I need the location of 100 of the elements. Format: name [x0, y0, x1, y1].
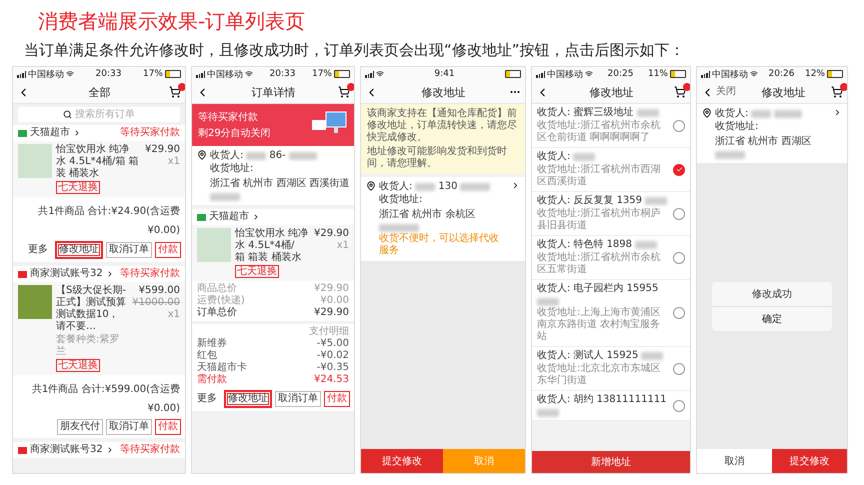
shop-name[interactable]: 商家测试账号32 — [30, 444, 103, 456]
order-action-button[interactable]: 付款 — [155, 419, 181, 435]
redacted-block — [288, 152, 317, 160]
radio-button[interactable] — [673, 252, 685, 264]
address-item[interactable]: 收货人: 反反复复 1359 收货地址:浙江省杭州市桐庐县旧县街道 — [532, 192, 690, 236]
radio-button[interactable] — [673, 208, 685, 220]
battery-icon — [505, 70, 521, 78]
delivery-address: 收货地址:浙江省杭州市西湖区西溪街道 — [537, 164, 662, 188]
signal-icon — [536, 70, 545, 78]
carrier-name: 中国移动 — [547, 68, 583, 80]
order-status: 等待买家付款 — [120, 444, 180, 456]
action-button[interactable]: 提交修改 — [361, 449, 443, 473]
delivery-address: 收货地址:北京北京市东城区东华门街道 — [537, 363, 662, 387]
delivery-address: 浙江省 杭州市 西湖区 — [715, 136, 812, 148]
banner-title: 等待买家付款 — [198, 110, 259, 124]
wifi-icon — [376, 70, 384, 78]
address-item[interactable]: 收货人: 特色特 1898 收货地址:浙江省杭州市余杭区五常街道 — [532, 236, 690, 280]
product-title: 【S级大促长期-正式】测试预算测试数据10，请不要… — [56, 285, 127, 333]
product-price: ¥29.90 — [145, 144, 180, 156]
redacted-block — [210, 193, 240, 201]
photo-placeholder — [18, 285, 52, 319]
address-label: 收货地址: — [715, 121, 758, 133]
shop-name[interactable]: 天猫超市 — [30, 127, 70, 139]
receiver-name: 收货人: 反反复复 — [537, 195, 614, 207]
status-time: 9:41 — [434, 69, 455, 79]
add-address-button[interactable]: 新增地址 — [532, 451, 690, 473]
notice-text: 该商家支持在【通知仓库配货】前修改地址，订单流转快速，请您尽快完成修改。 — [367, 108, 518, 144]
delivery-address: 收货地址:浙江省杭州市桐庐县旧县街道 — [537, 208, 662, 232]
wifi-icon — [245, 70, 253, 78]
shop-name[interactable]: 商家测试账号32 — [30, 268, 103, 280]
receiver-phone: 1898 — [606, 239, 632, 251]
location-icon — [197, 150, 207, 160]
address-item[interactable]: 收货人: 胡约 13811111111 — [532, 391, 690, 421]
battery-icon — [670, 70, 686, 78]
confirm-button[interactable]: 确定 — [712, 306, 832, 330]
redacted-block — [641, 352, 664, 360]
order-action-button[interactable]: 付款 — [324, 391, 350, 407]
carrier-name: 中国移动 — [28, 68, 64, 80]
shop-name[interactable]: 天猫超市 — [209, 211, 249, 223]
receiver-phone: 15925 — [606, 350, 638, 362]
receiver-name: 收货人: 特色特 — [537, 239, 604, 251]
product-quantity: x1 — [168, 156, 180, 168]
page-title: 修改地址 — [422, 84, 466, 100]
payment-value: -¥5.00 — [316, 338, 349, 350]
radio-button[interactable] — [673, 362, 685, 374]
notice-text: 地址修改可能影响发货和到货时间，请您理解。 — [367, 146, 508, 170]
cost-value: ¥29.90 — [314, 283, 349, 295]
battery-icon — [334, 70, 350, 78]
order-action-button[interactable]: 取消订单 — [106, 419, 152, 435]
slide-title: 消费者端展示效果-订单列表页 — [38, 8, 306, 34]
wifi-icon — [750, 70, 758, 78]
payment-value: -¥0.02 — [316, 350, 349, 362]
photo-placeholder — [197, 228, 231, 262]
address-item[interactable]: 收货人: 测试人 15925 收货地址:北京北京市东城区东华门街道 — [532, 347, 690, 391]
order-action-button[interactable]: 朋友代付 — [57, 419, 103, 435]
battery-percent: 17% — [312, 69, 332, 79]
cancel-button[interactable]: 取消 — [697, 449, 772, 473]
address-item[interactable]: 收货人: 电子园栏内 15955 收货地址:上海上海市黄浦区南京东路街道 农村淘宝服务站 — [532, 280, 690, 347]
battery-icon — [826, 70, 843, 78]
delivery-hint: 收货不便时，可以选择代收服务 — [379, 233, 500, 257]
shop-icon — [197, 214, 206, 220]
chevron-icon — [511, 181, 520, 190]
page-title: 修改地址 — [590, 84, 634, 100]
product-price: ¥29.90 — [314, 228, 349, 240]
cost-label: 运费(快递) — [197, 295, 245, 306]
status-time: 20:26 — [768, 69, 794, 79]
radio-button[interactable] — [673, 400, 685, 412]
redacted-block — [715, 151, 745, 159]
redacted-block — [635, 241, 658, 249]
receiver-phone: 15955 — [626, 283, 658, 295]
address-item[interactable]: 收货人: 收货地址:浙江省杭州市西湖区西溪街道 — [532, 148, 690, 192]
carrier-name: 中国移动 — [207, 68, 243, 80]
redacted-block — [415, 183, 436, 191]
radio-button[interactable] — [673, 120, 685, 132]
product-variant: 套餐种类:紫罗兰 — [56, 334, 120, 358]
wifi-icon — [66, 70, 74, 78]
redacted-block — [751, 110, 772, 118]
action-button[interactable]: 提交修改 — [772, 449, 847, 473]
search-icon — [63, 110, 72, 119]
original-price: ¥1000.00 — [132, 297, 180, 309]
battery-icon — [164, 70, 181, 78]
order-action-button[interactable]: 修改地址 — [55, 241, 103, 259]
order-action-button[interactable]: 取消订单 — [106, 242, 152, 258]
radio-button[interactable] — [673, 164, 685, 176]
delivery-address: 浙江省 杭州市 余杭区 — [379, 209, 476, 221]
carrier-name: 中国移动 — [712, 68, 748, 80]
product-quantity: x1 — [336, 240, 349, 252]
close-link[interactable]: 关闭 — [716, 86, 736, 98]
delivery-address: 收货地址:浙江省杭州市余杭区仓前街道 啊啊啊啊啊了 — [537, 120, 662, 144]
order-action-button[interactable]: 付款 — [155, 242, 181, 258]
radio-button[interactable] — [673, 307, 685, 319]
order-summary: 共1件商品 合计:¥24.90(含运费¥0.00) — [38, 206, 180, 236]
order-action-button[interactable]: 取消订单 — [275, 391, 321, 407]
order-status: 等待买家付款 — [120, 268, 180, 280]
order-summary: 共1件商品 合计:¥599.00(含运费¥0.00) — [32, 384, 180, 414]
signal-icon — [365, 70, 374, 78]
signal-icon — [701, 70, 710, 78]
receiver-name: 收货人: 电子园栏内 — [537, 283, 624, 295]
address-item[interactable]: 收货人: 蜜辉三级地址 收货地址:浙江省杭州市余杭区仓前街道 啊啊啊啊啊了 — [532, 104, 690, 148]
order-action-button[interactable]: 修改地址 — [224, 390, 272, 408]
